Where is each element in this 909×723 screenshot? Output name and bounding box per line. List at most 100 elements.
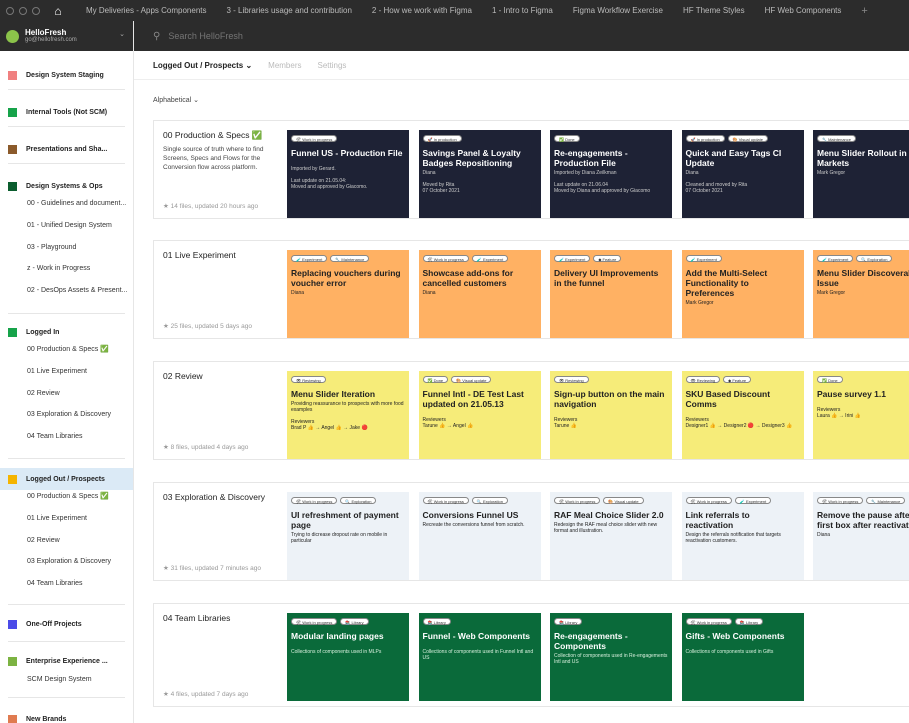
tab-project[interactable]: Logged Out / Prospects ⌄ (153, 61, 252, 70)
sidebar-subproject-item[interactable]: 02 Review (27, 388, 131, 400)
sidebar-subproject-item[interactable]: 03 Exploration & Discovery (27, 556, 131, 568)
file-tab[interactable]: Figma Workflow Exercise (563, 6, 673, 15)
sidebar-subproject-item[interactable]: 03 - Playground (27, 242, 131, 254)
sidebar-project-item[interactable]: One-Off Projects (0, 617, 133, 631)
file-card[interactable]: 🧪 Experiment ◆ Feature Delivery UI Improve… (550, 250, 672, 338)
sidebar-subproject-item[interactable]: 03 Exploration & Discovery (27, 409, 131, 421)
card-title: Funnel - Web Components (422, 631, 531, 641)
card-tags: 🔧 Maintenance (817, 135, 909, 144)
file-card[interactable]: 🚀 In production 🎨 Visual update Quick and … (681, 130, 804, 218)
sidebar-project-item[interactable]: Design Systems & Ops (0, 179, 133, 193)
sidebar-subproject-item[interactable]: SCM Design System (27, 674, 131, 686)
status-badge: 🔧 Maintenance (866, 497, 906, 504)
file-tab[interactable]: HF Web Components (755, 6, 852, 15)
file-card[interactable]: 🧪 Experiment 🔍 Exploration Menu Slider Dis… (813, 250, 909, 338)
folder-title[interactable]: 01 Live Experiment (163, 250, 278, 260)
sidebar-project-item[interactable]: Presentations and Sha... (0, 142, 133, 156)
file-card[interactable]: 📚 Library Funnel - Web Components Collect… (418, 613, 541, 701)
sort-dropdown[interactable]: Alphabetical ⌄ (153, 96, 199, 104)
file-card[interactable]: 🛠 Work in progress 🧪 Experiment Showcase a… (418, 250, 541, 338)
new-tab-button[interactable]: + (851, 5, 877, 17)
search-input[interactable] (168, 31, 369, 41)
sidebar-subproject-item[interactable]: 01 Live Experiment (27, 366, 131, 378)
status-badge: 🔧 Maintenance (330, 255, 370, 262)
file-card[interactable]: ✅ Done Pause survey 1.1 Reviewers Laura 👍 … (813, 371, 909, 459)
project-color-swatch (8, 656, 17, 666)
tab-members[interactable]: Members (268, 61, 301, 70)
folder-title[interactable]: 02 Review (163, 371, 278, 381)
sidebar-subproject-item[interactable]: 01 - Unified Design System (27, 220, 131, 232)
status-badge: 🧪 Experiment (685, 255, 722, 262)
folder-title[interactable]: 03 Exploration & Discovery (163, 492, 278, 502)
file-card[interactable]: 🧪 Experiment 🔧 Maintenance Replacing vouch… (287, 250, 409, 338)
sidebar-project-item[interactable]: Logged In (0, 325, 133, 339)
status-badge: 👁 Reviewing (685, 376, 721, 383)
tab-settings[interactable]: Settings (318, 61, 347, 70)
sidebar-project-item[interactable]: Enterprise Experience ... (0, 654, 133, 668)
card-tags: 🛠 Work in progress 🎨 Visual update (554, 497, 668, 506)
sidebar-project-item[interactable]: Internal Tools (Not SCM) (0, 105, 133, 119)
file-tab[interactable]: HF Theme Styles (673, 6, 755, 15)
card-title: Delivery UI Improvements in the funnel (554, 268, 659, 288)
card-tags: 🛠 Work in progress 🔧 Maintenance (817, 497, 909, 506)
file-card[interactable]: 🧪 Experiment Add the Multi-Select Functio… (681, 250, 804, 338)
sidebar-subproject-item[interactable]: 00 Production & Specs ✅ (27, 344, 131, 356)
status-badge: 🧪 Experiment (471, 255, 509, 262)
status-badge: 🔧 Maintenance (817, 135, 856, 142)
sidebar-project-item[interactable]: Design System Staging (0, 68, 133, 82)
maximize-window-button[interactable] (32, 6, 40, 15)
file-tab[interactable]: My Deliveries - Apps Components (76, 6, 217, 15)
sidebar-project-item[interactable]: Logged Out / Prospects (0, 468, 133, 490)
file-card[interactable]: 🛠 Work in progress 📚 Library Modular landi… (287, 613, 409, 701)
sidebar-subproject-item[interactable]: 00 Production & Specs ✅ (27, 491, 131, 503)
file-card[interactable]: ✅ Done 🎨 Visual update Funnel Intl - DE Te… (418, 371, 541, 459)
folder-title[interactable]: 00 Production & Specs ✅ (163, 130, 278, 141)
minimize-window-button[interactable] (19, 6, 27, 15)
file-card[interactable]: 🚀 In production Savings Panel & Loyalty B… (418, 130, 541, 218)
sidebar-project-label: Design System Staging (26, 71, 104, 79)
file-tab[interactable]: 3 - Libraries usage and contribution (217, 6, 362, 15)
folder-title[interactable]: 04 Team Libraries (163, 613, 278, 623)
file-card[interactable]: 👁 Reviewing Menu Slider Iteration Providin… (287, 371, 409, 459)
card-line: Collection of components used in Re-enga… (554, 653, 668, 665)
close-window-button[interactable] (6, 6, 14, 15)
sidebar-subproject-item[interactable]: 02 Review (27, 535, 131, 547)
home-icon[interactable]: ⌂ (50, 4, 66, 18)
file-card[interactable]: 🛠 Work in progress 🔍 Exploration UI refres… (287, 492, 409, 580)
file-tab[interactable]: 1 - Intro to Figma (482, 6, 563, 15)
file-card[interactable]: ✅ Done Re-engagements - Production File Im… (550, 130, 672, 218)
file-card[interactable]: 👁 Reviewing Sign-up button on the main na… (550, 371, 672, 459)
team-switcher[interactable]: HelloFresh go@hellofresh.com ⌄ (0, 21, 133, 51)
sidebar-subproject-item[interactable]: 02 - DesOps Assets & Present... (27, 285, 131, 297)
card-line: Designer1 👍 → Designer2 🔴 → Designer3 👍 (685, 423, 793, 429)
file-card[interactable]: 🛠 Work in progress 🔍 Exploration Conversio… (418, 492, 541, 580)
status-badge: 📚 Library (340, 618, 369, 625)
file-card[interactable]: 📚 Library Re-engagements - Components Coll… (550, 613, 672, 701)
status-badge: 🧪 Experiment (291, 255, 328, 262)
window-controls (0, 6, 50, 15)
file-card[interactable]: 🛠 Work in progress 🧪 Experiment Link refer… (681, 492, 804, 580)
sidebar-subproject-item[interactable]: 04 Team Libraries (27, 431, 131, 443)
file-card[interactable]: 🔧 Maintenance Menu Slider Rollout in Mark… (813, 130, 909, 218)
card-title: Menu Slider Rollout in Markets (817, 148, 907, 168)
status-badge: 📚 Library (422, 618, 451, 625)
file-card[interactable]: 🛠 Work in progress 🎨 Visual update RAF Mea… (550, 492, 672, 580)
sidebar-subproject-item[interactable]: z - Work in Progress (27, 263, 131, 275)
file-tab[interactable]: 2 - How we work with Figma (362, 6, 482, 15)
status-badge: ✅ Done (554, 135, 580, 142)
folder-section: 00 Production & Specs ✅ Single source of … (153, 120, 909, 219)
folder-info: 04 Team Libraries (163, 613, 278, 623)
team-email: go@hellofresh.com (25, 37, 77, 43)
card-title: SKU Based Discount Comms (685, 389, 771, 409)
sidebar-project-item[interactable]: New Brands (0, 712, 133, 723)
project-color-swatch (8, 714, 17, 723)
sidebar-subproject-item[interactable]: 01 Live Experiment (27, 513, 131, 525)
file-card[interactable]: 🛠 Work in progress 📚 Library Gifts - Web C… (681, 613, 804, 701)
file-card[interactable]: 🛠 Work in progress Funnel US - Production… (287, 130, 409, 218)
status-badge: 🛠 Work in progress (291, 135, 338, 142)
file-card[interactable]: 🛠 Work in progress 🔧 Maintenance Remove th… (813, 492, 909, 580)
sidebar-subproject-item[interactable]: 04 Team Libraries (27, 578, 131, 590)
sidebar-subproject-item[interactable]: 00 - Guidelines and document... (27, 198, 131, 210)
file-card[interactable]: 👁 Reviewing ◆ Feature SKU Based Discount C… (681, 371, 804, 459)
card-title: Modular landing pages (291, 631, 384, 641)
